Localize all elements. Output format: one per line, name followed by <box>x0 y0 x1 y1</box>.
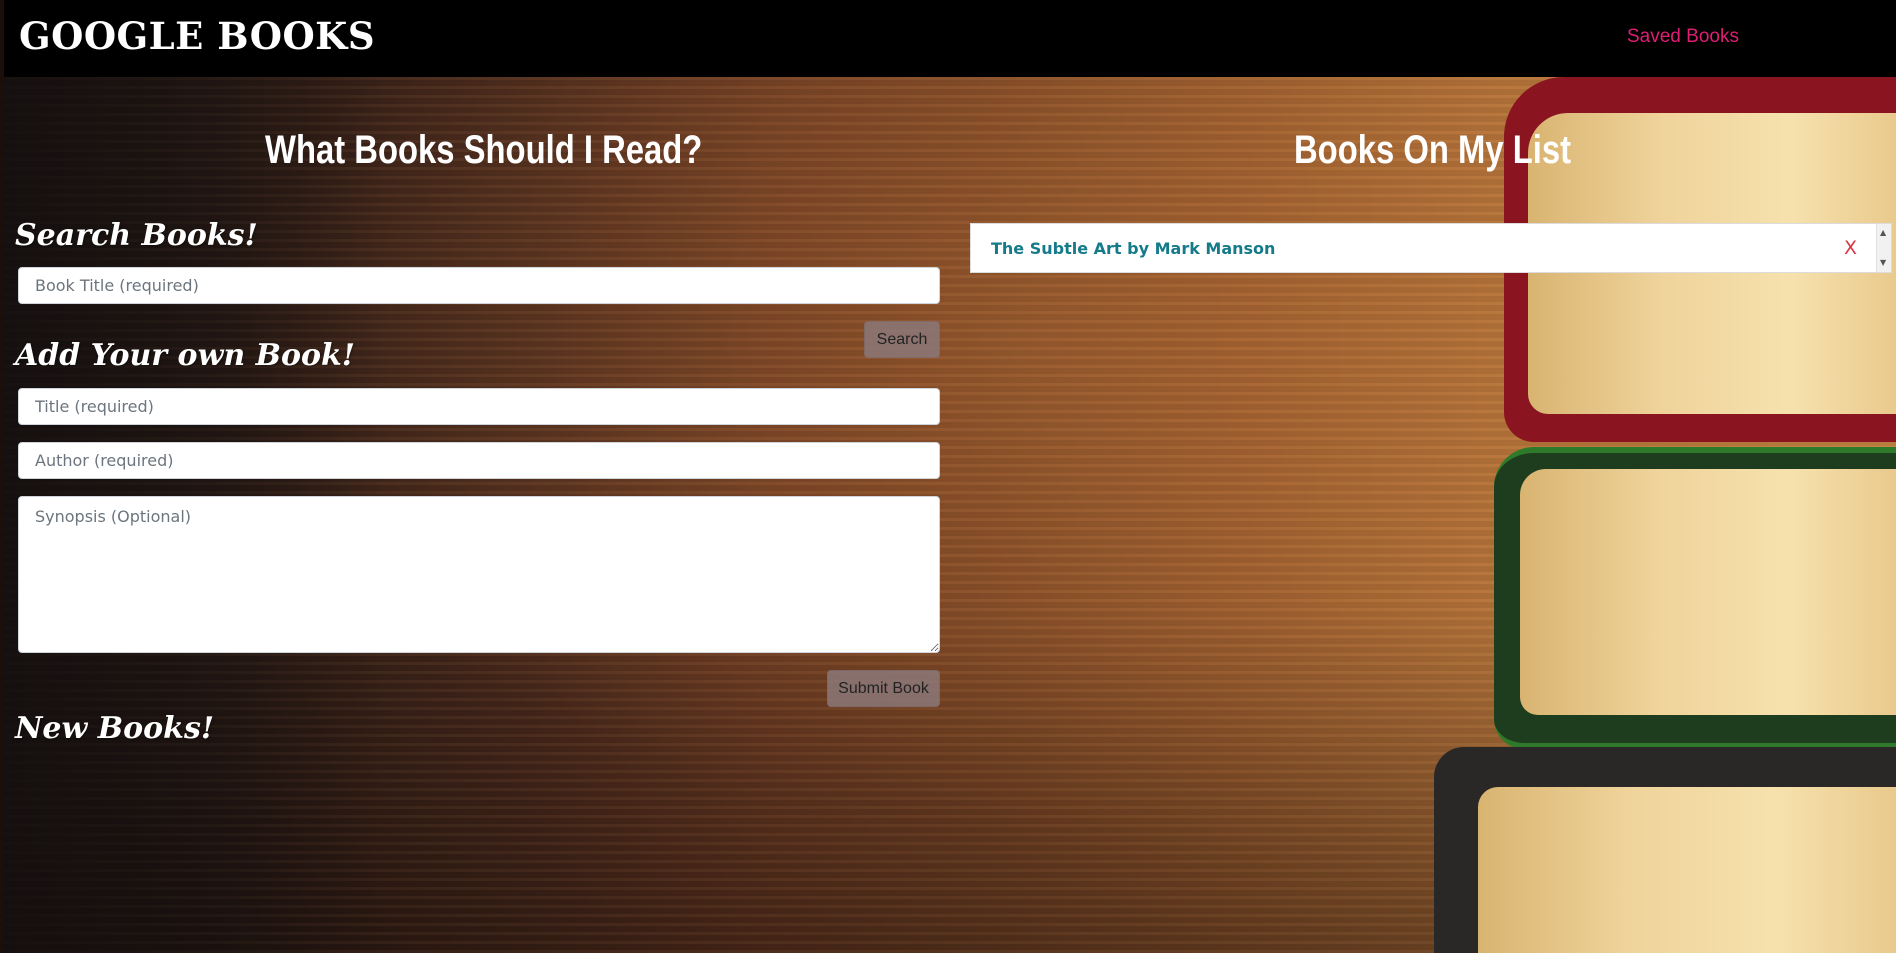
add-book-heading: Add Your own Book! <box>15 338 355 373</box>
scroll-down-icon[interactable]: ▼ <box>1880 259 1886 267</box>
title-input[interactable] <box>18 388 940 425</box>
submit-book-button[interactable]: Submit Book <box>827 670 940 707</box>
list-scrollbar[interactable]: ▲ ▼ <box>1876 224 1891 272</box>
green-book <box>1494 447 1896 749</box>
scroll-up-icon[interactable]: ▲ <box>1880 229 1886 237</box>
search-books-heading: Search Books! <box>15 218 258 253</box>
book-stack-illustration <box>1434 77 1896 953</box>
synopsis-textarea[interactable] <box>18 496 940 653</box>
brand-logo[interactable]: GOOGLE BOOKS <box>19 14 375 58</box>
dark-book-pages <box>1478 787 1896 953</box>
author-input[interactable] <box>18 442 940 479</box>
saved-book-item-title[interactable]: The Subtle Art by Mark Manson <box>991 239 1275 258</box>
saved-books-list: The Subtle Art by Mark Manson X ▲ ▼ <box>970 223 1892 273</box>
remove-book-button[interactable]: X <box>1844 237 1857 259</box>
left-column-heading: What Books Should I Read? <box>265 128 703 172</box>
navbar: GOOGLE BOOKS Saved Books <box>4 0 1896 77</box>
dark-book <box>1434 747 1896 953</box>
book-title-search-input[interactable] <box>18 267 940 304</box>
saved-books-link[interactable]: Saved Books <box>1627 26 1739 48</box>
new-books-heading: New Books! <box>15 711 214 746</box>
search-button[interactable]: Search <box>864 321 940 358</box>
green-book-pages <box>1520 469 1896 715</box>
right-column-heading: Books On My List <box>1294 128 1572 172</box>
